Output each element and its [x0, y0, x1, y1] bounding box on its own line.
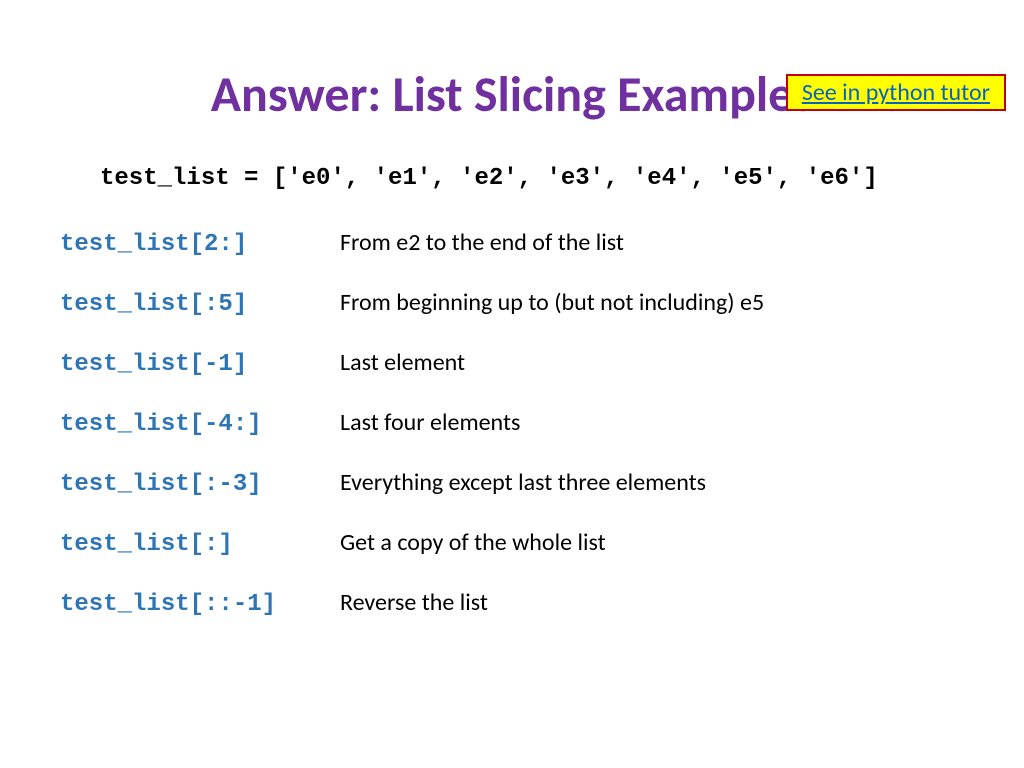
example-row: test_list[:5] From beginning up to (but …	[60, 288, 1024, 318]
example-rows: test_list[2:] From e2 to the end of the …	[60, 228, 1024, 618]
list-definition: test_list = ['e0', 'e1', 'e2', 'e3', 'e4…	[100, 165, 1024, 192]
example-row: test_list[:] Get a copy of the whole lis…	[60, 528, 1024, 558]
example-row: test_list[::-1] Reverse the list	[60, 588, 1024, 618]
slice-expression: test_list[-4:]	[60, 411, 340, 438]
slice-description: Get a copy of the whole list	[340, 528, 606, 557]
slice-description: Everything except last three elements	[340, 468, 706, 497]
slice-expression: test_list[2:]	[60, 231, 340, 258]
slice-expression: test_list[:]	[60, 531, 340, 558]
slice-description: From beginning up to (but not including)…	[340, 288, 764, 317]
slice-description: Last element	[340, 348, 465, 377]
example-row: test_list[-1] Last element	[60, 348, 1024, 378]
slice-expression: test_list[:5]	[60, 291, 340, 318]
slice-expression: test_list[-1]	[60, 351, 340, 378]
python-tutor-link-box[interactable]: See in python tutor	[786, 74, 1006, 111]
slice-description: From e2 to the end of the list	[340, 228, 624, 257]
example-row: test_list[2:] From e2 to the end of the …	[60, 228, 1024, 258]
slice-description: Last four elements	[340, 408, 520, 437]
example-row: test_list[-4:] Last four elements	[60, 408, 1024, 438]
slice-description: Reverse the list	[340, 588, 488, 617]
python-tutor-link[interactable]: See in python tutor	[802, 78, 990, 107]
example-row: test_list[:-3] Everything except last th…	[60, 468, 1024, 498]
slice-expression: test_list[::-1]	[60, 591, 340, 618]
slice-expression: test_list[:-3]	[60, 471, 340, 498]
